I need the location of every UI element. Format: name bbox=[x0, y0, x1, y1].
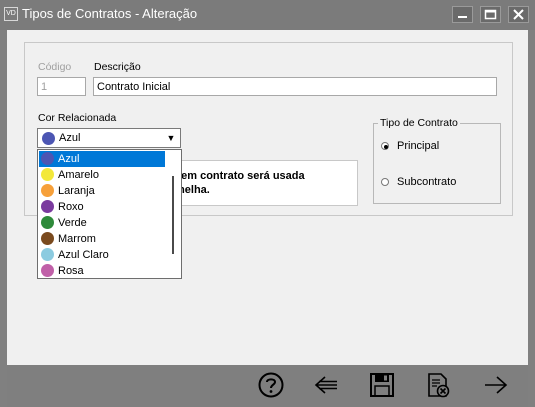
help-button[interactable] bbox=[254, 369, 288, 401]
cancel-document-icon bbox=[428, 373, 450, 398]
title-bar: VD Tipos de Contratos - Alteração bbox=[0, 0, 535, 30]
dropdown-item-azul-claro[interactable]: Azul Claro bbox=[39, 247, 165, 263]
dropdown-item-label: Amarelo bbox=[58, 169, 99, 181]
chevron-down-icon[interactable]: ▼ bbox=[164, 131, 178, 145]
close-icon bbox=[513, 9, 524, 20]
dropdown-item-label: Verde bbox=[58, 217, 87, 229]
dropdown-item-label: Roxo bbox=[58, 201, 84, 213]
dropdown-item-roxo[interactable]: Roxo bbox=[39, 199, 165, 215]
dropdown-item-azul[interactable]: Azul bbox=[39, 151, 165, 167]
cor-label: Cor Relacionada bbox=[38, 112, 117, 124]
color-swatch bbox=[42, 132, 55, 145]
forward-button[interactable] bbox=[479, 369, 513, 401]
save-button[interactable] bbox=[365, 369, 399, 401]
back-arrow-icon bbox=[314, 376, 337, 394]
minimize-button[interactable] bbox=[452, 6, 473, 23]
close-button[interactable] bbox=[508, 6, 529, 23]
color-swatch bbox=[41, 248, 54, 261]
info-note: sem contrato será usada melha. bbox=[160, 160, 358, 206]
dropdown-item-verde[interactable]: Verde bbox=[39, 215, 165, 231]
dropdown-item-amarelo[interactable]: Amarelo bbox=[39, 167, 165, 183]
codigo-label: Código bbox=[38, 61, 72, 73]
descricao-field[interactable]: Contrato Inicial bbox=[93, 77, 497, 96]
forward-arrow-icon bbox=[485, 376, 508, 394]
back-button[interactable] bbox=[309, 369, 343, 401]
dropdown-item-label: Rosa bbox=[58, 265, 84, 277]
color-swatch bbox=[41, 264, 54, 277]
dropdown-item-laranja[interactable]: Laranja bbox=[39, 183, 165, 199]
tipo-contrato-group bbox=[373, 123, 501, 204]
radio-subcontrato-label: Subcontrato bbox=[397, 176, 457, 188]
note-line-2: melha. bbox=[175, 184, 210, 196]
dropdown-item-label: Azul bbox=[58, 153, 80, 165]
radio-subcontrato[interactable] bbox=[381, 178, 389, 186]
color-swatch bbox=[41, 232, 54, 245]
scrollbar-thumb[interactable] bbox=[172, 176, 174, 254]
radio-principal[interactable] bbox=[381, 142, 389, 150]
color-swatch bbox=[41, 200, 54, 213]
cancel-button[interactable] bbox=[421, 369, 455, 401]
maximize-icon bbox=[484, 9, 497, 20]
help-icon bbox=[258, 372, 284, 398]
radio-principal-label: Principal bbox=[397, 140, 440, 152]
dropdown-item-label: Azul Claro bbox=[58, 249, 109, 261]
minimize-icon bbox=[458, 16, 467, 18]
color-dropdown-list: Azul Amarelo Laranja Roxo Verde Marrom A… bbox=[37, 149, 182, 279]
window-title: Tipos de Contratos - Alteração bbox=[22, 6, 198, 21]
dropdown-item-label: Marrom bbox=[58, 233, 96, 245]
save-icon bbox=[370, 373, 394, 397]
maximize-button[interactable] bbox=[480, 6, 501, 23]
tipo-contrato-label: Tipo de Contrato bbox=[378, 117, 460, 129]
codigo-field: 1 bbox=[37, 77, 86, 96]
color-swatch bbox=[41, 168, 54, 181]
app-icon: VD bbox=[4, 7, 18, 21]
cor-combobox[interactable]: Azul ▼ bbox=[37, 128, 181, 148]
dropdown-item-marrom[interactable]: Marrom bbox=[39, 231, 165, 247]
note-line-1: sem contrato será usada bbox=[175, 170, 305, 182]
dropdown-item-label: Laranja bbox=[58, 185, 95, 197]
color-swatch bbox=[41, 152, 54, 165]
color-swatch bbox=[41, 216, 54, 229]
cor-selected-value: Azul bbox=[59, 132, 81, 144]
color-swatch bbox=[41, 184, 54, 197]
descricao-label: Descrição bbox=[94, 61, 141, 73]
dropdown-item-rosa[interactable]: Rosa bbox=[39, 263, 165, 279]
